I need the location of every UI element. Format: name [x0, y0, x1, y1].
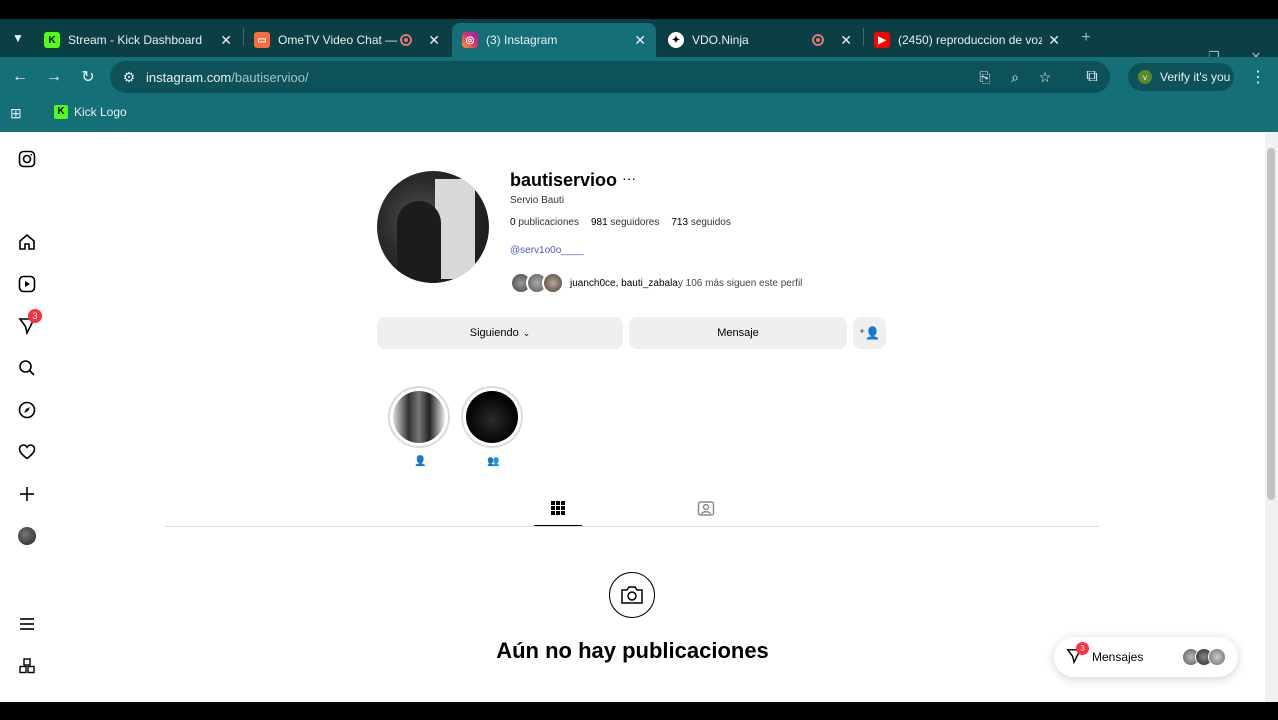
site-settings-icon[interactable]: ⚙	[120, 69, 138, 85]
instagram-page: 3 bautiservioo ··· Servio Bauti 0 public…	[0, 132, 1265, 702]
options-icon[interactable]: ···	[622, 170, 636, 186]
camera-icon	[609, 572, 655, 618]
vdo-ninja-icon: ✦	[668, 32, 684, 48]
install-app-icon[interactable]: ⎘	[976, 69, 994, 85]
tab-ometv[interactable]: ▭ OmeTV Video Chat — O ✕	[244, 23, 450, 57]
notification-badge: 3	[28, 309, 42, 323]
reels-icon[interactable]	[16, 273, 38, 295]
url-text[interactable]: instagram.com/bautiservioo/	[146, 70, 309, 85]
tagged-icon[interactable]	[696, 498, 716, 518]
messages-button[interactable]: 3 Mensajes	[1054, 637, 1238, 677]
posts-count: 0 publicaciones	[510, 217, 579, 228]
tab-kick-dashboard[interactable]: K Stream - Kick Dashboard ✕	[34, 23, 242, 57]
tab-title: VDO.Ninja	[692, 33, 749, 47]
tab-youtube[interactable]: ▶ (2450) reproduccion de voz c ✕	[864, 23, 1070, 57]
following-button[interactable]: Siguiendo ⌄	[377, 317, 623, 349]
profile-username: bautiservioo	[510, 170, 618, 190]
page-scrollbar[interactable]	[1265, 132, 1278, 702]
chevron-down-icon: ⌄	[522, 327, 531, 338]
tab-title: OmeTV Video Chat — O	[278, 33, 401, 47]
messages-label: Mensajes	[1092, 650, 1144, 664]
story-highlight[interactable]	[461, 386, 523, 448]
followers-count[interactable]: 981 seguidores	[591, 217, 659, 228]
message-button-label: Mensaje	[717, 327, 759, 339]
profile-full-name: Servio Bauti	[510, 195, 564, 206]
profile-stats: 0 publicaciones 981 seguidores 713 segui…	[510, 217, 731, 228]
search-icon[interactable]	[16, 357, 38, 379]
tab-title: (3) Instagram	[486, 33, 558, 47]
add-user-icon: ⁺👤	[858, 326, 881, 340]
bookmark-star-icon[interactable]: ☆	[1036, 69, 1054, 85]
direct-messages-icon: 3	[1066, 642, 1089, 666]
scrollbar-thumb[interactable]	[1267, 148, 1275, 500]
recording-icon	[812, 34, 825, 46]
profile-avatar-icon[interactable]	[16, 525, 38, 547]
verify-label: Verify it's you	[1160, 70, 1231, 84]
close-icon[interactable]: ✕	[634, 32, 646, 49]
close-icon[interactable]: ✕	[1048, 32, 1060, 49]
highlight-label: 👤	[414, 456, 427, 467]
message-button[interactable]: Mensaje	[629, 317, 847, 349]
following-count[interactable]: 713 seguidos	[671, 217, 731, 228]
bookmark-kick-logo[interactable]: K Kick Logo	[54, 105, 127, 119]
instagram-icon: ◎	[462, 32, 478, 48]
back-icon[interactable]: ←	[8, 65, 32, 89]
close-icon[interactable]: ✕	[840, 32, 852, 49]
bookmarks-bar: ⊞ K Kick Logo	[0, 97, 1278, 132]
tab-title: (2450) reproduccion de voz c	[898, 33, 1043, 47]
profile-avatar-icon: v	[1138, 70, 1152, 84]
followed-by[interactable]: juanch0ce, bauti_zabala y 106 más siguen…	[510, 272, 802, 294]
reload-icon[interactable]: ↻	[76, 65, 100, 89]
story-highlight[interactable]	[388, 386, 450, 448]
followed-by-rest: y 106 más siguen este perfil	[677, 277, 803, 289]
tabs-divider	[165, 526, 1099, 527]
avatar	[1208, 648, 1226, 666]
heart-icon[interactable]	[16, 441, 38, 463]
messages-badge: 3	[1076, 642, 1089, 655]
direct-messages-icon[interactable]: 3	[16, 309, 42, 337]
tab-title: Stream - Kick Dashboard	[68, 33, 203, 47]
verify-button[interactable]: v Verify it's you	[1128, 63, 1234, 91]
following-button-label: Siguiendo	[469, 327, 519, 339]
messages-avatars	[1182, 648, 1226, 666]
avatar	[542, 272, 564, 294]
kick-icon: K	[54, 105, 68, 119]
zoom-icon[interactable]: ⌕	[1006, 69, 1024, 85]
new-tab-icon[interactable]: +	[1074, 26, 1098, 50]
tab-bar: ▼ K Stream - Kick Dashboard ✕ ▭ OmeTV Vi…	[0, 19, 1278, 65]
browser-toolbar: ← → ↻ ⚙ instagram.com/bautiservioo/ ⎘ ⌕ …	[0, 57, 1278, 97]
followed-by-names: juanch0ce, bauti_zabala	[570, 277, 678, 289]
tab-instagram[interactable]: ◎ (3) Instagram ✕	[452, 23, 656, 57]
extensions-icon[interactable]: ⧉	[1080, 65, 1104, 89]
highlight-label: 👥	[487, 456, 500, 467]
youtube-icon: ▶	[874, 32, 890, 48]
instagram-logo-icon[interactable]	[16, 148, 38, 170]
explore-icon[interactable]	[16, 399, 38, 421]
bookmark-label: Kick Logo	[74, 105, 127, 119]
tab-vdo-ninja[interactable]: ✦ VDO.Ninja ✕	[658, 23, 862, 57]
tab-search-icon[interactable]: ▼	[6, 26, 30, 50]
profile-picture[interactable]	[377, 171, 489, 283]
ometv-icon: ▭	[254, 32, 270, 48]
apps-grid-icon[interactable]: ⊞	[10, 105, 22, 122]
recording-icon	[400, 34, 413, 46]
create-plus-icon[interactable]	[16, 483, 38, 505]
close-icon[interactable]: ✕	[428, 32, 440, 49]
menu-kebab-icon[interactable]: ⋮	[1246, 65, 1270, 89]
browser-window: ▼ K Stream - Kick Dashboard ✕ ▭ OmeTV Vi…	[0, 0, 1278, 720]
menu-hamburger-icon[interactable]	[16, 613, 38, 635]
home-icon[interactable]	[16, 231, 38, 253]
posts-grid-icon[interactable]	[548, 498, 568, 518]
kick-icon: K	[44, 32, 60, 48]
forward-icon[interactable]: →	[42, 65, 66, 89]
address-bar[interactable]: ⚙ instagram.com/bautiservioo/ ⎘ ⌕ ☆	[110, 61, 1110, 93]
threads-handle-link[interactable]: @serv1o0o____	[510, 245, 584, 256]
close-icon[interactable]: ✕	[220, 32, 232, 49]
suggest-users-button[interactable]: ⁺👤	[853, 317, 886, 349]
